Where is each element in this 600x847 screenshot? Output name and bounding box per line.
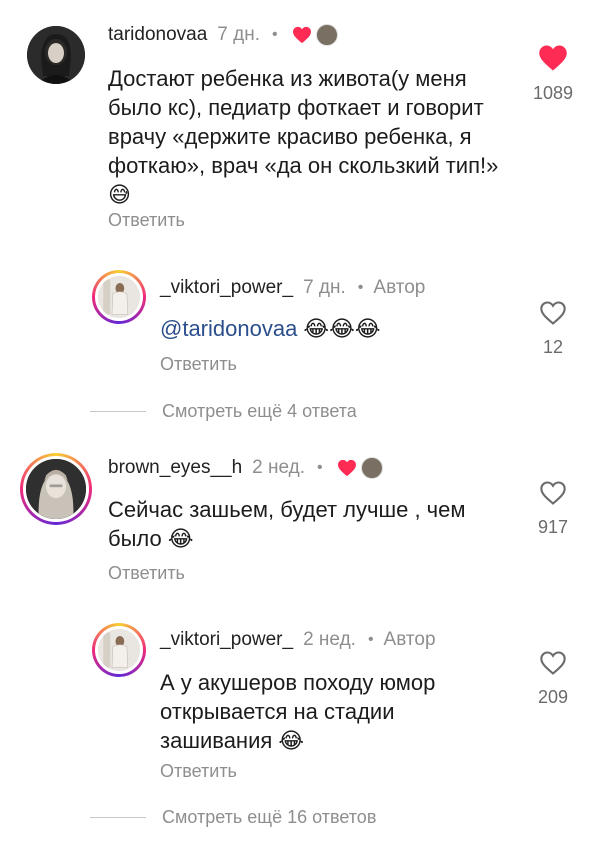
author-badge: Автор	[383, 629, 436, 650]
like-button[interactable]: 209	[518, 650, 588, 708]
reply-button[interactable]: Ответить	[160, 354, 237, 375]
avatar[interactable]	[92, 270, 146, 324]
reply-button[interactable]: Ответить	[108, 210, 185, 231]
heart-outline-icon	[540, 481, 566, 505]
separator-dot: •	[357, 279, 364, 296]
like-button[interactable]: 1089	[518, 44, 588, 104]
author-badge: Автор	[373, 277, 426, 298]
heart-outline-icon	[540, 301, 566, 325]
username[interactable]: _viktori_power_	[160, 629, 293, 651]
username[interactable]: brown_eyes__h	[108, 457, 242, 479]
mention-link[interactable]: @taridonovaa	[160, 316, 297, 341]
heart-filled-icon	[292, 26, 311, 44]
comment-text: Достают ребенка из живота(у меня было кс…	[108, 66, 499, 207]
divider-line	[90, 817, 146, 818]
timestamp: 2 нед.	[303, 629, 356, 650]
view-more-replies-button[interactable]: Смотреть ещё 4 ответа	[90, 401, 357, 422]
divider-line	[90, 411, 146, 412]
author-avatar-icon	[360, 457, 383, 479]
avatar[interactable]	[92, 623, 146, 677]
comment-meta: brown_eyes__h 2 нед. •	[108, 457, 383, 479]
comment-meta: _viktori_power_ 7 дн. • Автор	[160, 277, 425, 299]
like-count: 209	[537, 687, 569, 707]
comment-text: А у акушеров походу юмор открывается на …	[160, 670, 436, 753]
heart-filled-icon	[337, 459, 356, 477]
separator-dot: •	[317, 459, 323, 476]
heart-filled-icon	[539, 45, 567, 71]
separator-dot: •	[272, 26, 278, 43]
liked-by-author-indicator	[337, 457, 383, 479]
liked-by-author-indicator	[292, 24, 338, 46]
comment-meta: taridonovaa 7 дн. •	[108, 24, 338, 46]
comment-text: @taridonovaa 😂😂😂	[160, 314, 510, 343]
avatar[interactable]	[27, 26, 85, 84]
comment-meta: _viktori_power_ 2 нед. • Автор	[160, 629, 436, 651]
username[interactable]: _viktori_power_	[160, 277, 293, 299]
username[interactable]: taridonovaa	[108, 24, 207, 46]
like-button[interactable]: 12	[518, 300, 588, 358]
like-count: 917	[537, 517, 569, 537]
avatar[interactable]	[20, 453, 92, 525]
like-count: 12	[542, 337, 564, 357]
comment-emoji: 😂😂😂	[297, 316, 381, 341]
timestamp: 2 нед.	[252, 457, 306, 478]
separator-dot: •	[367, 631, 374, 648]
heart-outline-icon	[540, 651, 566, 675]
view-more-replies-button[interactable]: Смотреть ещё 16 ответов	[90, 807, 376, 828]
comment-text: Сейчас зашьем, будет лучше , чем было 😂	[108, 497, 466, 551]
author-avatar-icon	[315, 24, 338, 46]
reply-button[interactable]: Ответить	[160, 761, 237, 782]
like-count: 1089	[532, 83, 574, 103]
view-more-replies-label: Смотреть ещё 4 ответа	[162, 401, 357, 421]
like-button[interactable]: 917	[518, 480, 588, 538]
timestamp: 7 дн.	[303, 277, 346, 298]
reply-button[interactable]: Ответить	[108, 563, 185, 584]
view-more-replies-label: Смотреть ещё 16 ответов	[162, 807, 377, 827]
timestamp: 7 дн.	[217, 24, 261, 45]
